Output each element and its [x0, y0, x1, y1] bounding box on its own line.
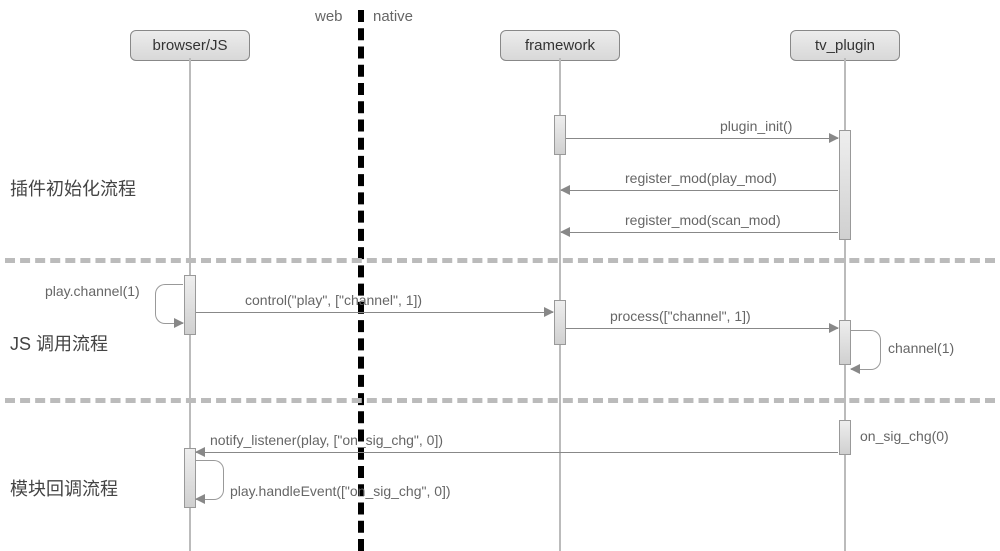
phase-separator-2 [5, 398, 995, 403]
lifeline-head-framework: framework [500, 30, 620, 61]
selfcall-handle-event [196, 460, 224, 500]
arrow-process [566, 328, 838, 329]
arrow-control [196, 312, 553, 313]
msg-notify: notify_listener(play, ["on_sig_chg", 0]) [210, 432, 443, 448]
phase-label-callback: 模块回调流程 [10, 475, 118, 501]
domain-label-web: web [315, 8, 343, 25]
arrow-register-play [561, 190, 838, 191]
activation-framework-jscall [554, 300, 566, 345]
web-native-divider [358, 10, 364, 551]
activation-framework-init [554, 115, 566, 155]
msg-plugin-init: plugin_init() [720, 118, 792, 134]
activation-browser-jscall [184, 275, 196, 335]
msg-process: process(["channel", 1]) [610, 308, 751, 324]
phase-separator-1 [5, 258, 995, 263]
activation-tvplugin-jscall [839, 320, 851, 365]
lifeline-label: tv_plugin [815, 37, 875, 54]
arrow-register-scan [561, 232, 838, 233]
msg-register-scan: register_mod(scan_mod) [625, 212, 781, 228]
arrow-notify [196, 452, 838, 453]
msg-handle: play.handleEvent(["on_sig_chg", 0]) [230, 483, 451, 499]
msg-channel: channel(1) [888, 340, 954, 356]
selfcall-play-channel [155, 284, 183, 324]
domain-label-native: native [373, 8, 413, 25]
arrow-plugin-init [566, 138, 838, 139]
lifeline-label: browser/JS [152, 37, 227, 54]
activation-tvplugin-init [839, 130, 851, 240]
msg-on-sig-chg: on_sig_chg(0) [860, 428, 949, 444]
msg-control: control("play", ["channel", 1]) [245, 292, 422, 308]
phase-label-jscall: JS 调用流程 [10, 330, 108, 356]
activation-tvplugin-cb [839, 420, 851, 455]
msg-register-play: register_mod(play_mod) [625, 170, 777, 186]
phase-label-init: 插件初始化流程 [10, 175, 136, 201]
msg-play-channel: play.channel(1) [45, 283, 140, 299]
lifeline-label: framework [525, 37, 595, 54]
lifeline-head-tvplugin: tv_plugin [790, 30, 900, 61]
lifeline-head-browser: browser/JS [130, 30, 250, 61]
selfcall-channel [851, 330, 881, 370]
